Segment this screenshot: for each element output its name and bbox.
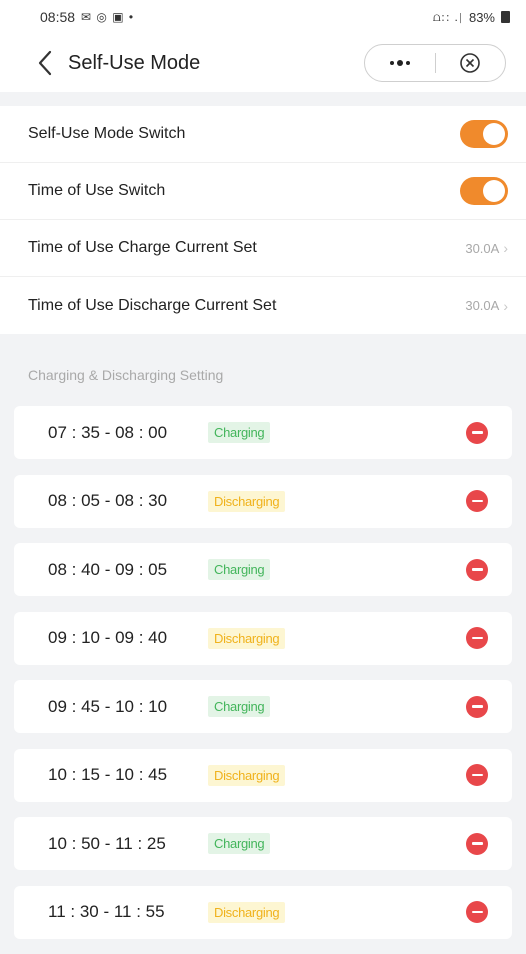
- remove-icon[interactable]: [466, 695, 488, 718]
- mode-badge: Discharging: [208, 764, 286, 786]
- remove-icon[interactable]: [466, 832, 488, 855]
- section-title: Charging & Discharging Setting: [28, 367, 224, 383]
- remove-icon[interactable]: [466, 558, 488, 581]
- schedule-time: 10 : 50 - 11 : 25: [48, 833, 166, 853]
- status-bar: 08:58 ✉ ◎ ▣ • ⩍∷ .∣ 83%: [0, 0, 526, 34]
- schedule-time: 07 : 35 - 08 : 00: [48, 422, 168, 442]
- setting-label: Time of Use Discharge Current Set: [28, 296, 277, 314]
- divider-strip: [0, 92, 526, 106]
- mode-badge: Charging: [208, 696, 271, 717]
- remove-icon[interactable]: [466, 764, 488, 786]
- toggle-knob: [483, 123, 505, 145]
- schedule-time: 08 : 05 - 08 : 30: [48, 491, 168, 510]
- schedule-item[interactable]: 07 : 35 - 08 : 00 Charging: [14, 406, 512, 459]
- status-time: 08:58: [40, 9, 76, 25]
- setting-value-text: 30.0A: [465, 298, 500, 313]
- settings-list: Self-Use Mode Switch Time of Use Switch …: [0, 106, 526, 334]
- more-dots-icon: [389, 60, 410, 66]
- charge-current-value: 30.0A ›: [465, 240, 508, 256]
- mode-badge: Discharging: [208, 627, 286, 649]
- setting-label: Time of Use Switch: [28, 182, 166, 199]
- schedule-item[interactable]: 08 : 05 - 08 : 30 Discharging: [14, 474, 512, 528]
- notification-icons: ✉ ◎ ▣ •: [81, 10, 135, 24]
- schedule-item[interactable]: 10 : 15 - 10 : 45 Discharging: [14, 748, 512, 802]
- more-button[interactable]: [365, 45, 435, 81]
- setting-row-time-of-use-switch: Time of Use Switch: [0, 163, 526, 220]
- mini-program-capsule: [364, 44, 506, 82]
- battery-percent: 83%: [468, 9, 495, 25]
- remove-icon[interactable]: [466, 901, 488, 923]
- mode-badge: Charging: [208, 559, 271, 580]
- status-right: ⩍∷ .∣ 83%: [433, 10, 510, 25]
- mode-badge: Discharging: [208, 490, 286, 512]
- top-area: 08:58 ✉ ◎ ▣ • ⩍∷ .∣ 83% Self-Use Mode: [0, 0, 526, 92]
- setting-value-text: 30.0A: [465, 240, 500, 256]
- status-left: 08:58 ✉ ◎ ▣ •: [40, 9, 134, 25]
- toggle-knob: [483, 180, 505, 202]
- setting-label: Self-Use Mode Switch: [28, 125, 186, 142]
- remove-icon[interactable]: [466, 421, 488, 444]
- remove-icon[interactable]: [466, 490, 488, 512]
- page-title: Self-Use Mode: [68, 51, 201, 74]
- signal-icon: ⩍∷ .∣: [432, 9, 463, 24]
- setting-row-charge-current[interactable]: Time of Use Charge Current Set 30.0A ›: [0, 220, 526, 277]
- circle-close-icon: [460, 53, 481, 73]
- schedule-item[interactable]: 09 : 10 - 09 : 40 Discharging: [14, 611, 512, 665]
- nav-bar: Self-Use Mode: [0, 34, 526, 92]
- discharge-current-value: 30.0A ›: [465, 298, 508, 314]
- schedule-time: 09 : 10 - 09 : 40: [48, 628, 168, 647]
- schedule-item[interactable]: 10 : 50 - 11 : 25 Charging: [14, 817, 512, 870]
- setting-row-discharge-current[interactable]: Time of Use Discharge Current Set 30.0A …: [0, 277, 526, 334]
- setting-row-self-use-mode-switch: Self-Use Mode Switch: [0, 106, 526, 163]
- self-use-mode-toggle[interactable]: [460, 120, 508, 148]
- schedule-item[interactable]: 08 : 40 - 09 : 05 Charging: [14, 543, 512, 596]
- schedule-time: 09 : 45 - 10 : 10: [48, 696, 168, 716]
- schedule-time: 10 : 15 - 10 : 45: [48, 765, 168, 784]
- setting-label: Time of Use Charge Current Set: [28, 239, 257, 256]
- schedule-time: 08 : 40 - 09 : 05: [48, 559, 168, 579]
- time-of-use-toggle[interactable]: [460, 177, 508, 205]
- mode-badge: Charging: [208, 833, 271, 854]
- close-button[interactable]: [436, 45, 506, 81]
- chevron-right-icon: ›: [503, 297, 508, 314]
- schedule-list: 07 : 35 - 08 : 00 Charging 08 : 05 - 08 …: [0, 406, 526, 939]
- chevron-left-icon[interactable]: [32, 50, 58, 76]
- mode-badge: Discharging: [208, 901, 286, 923]
- battery-icon: [501, 11, 510, 23]
- schedule-time: 11 : 30 - 11 : 55: [48, 902, 165, 921]
- schedule-item[interactable]: 09 : 45 - 10 : 10 Charging: [14, 680, 512, 733]
- mode-badge: Charging: [208, 422, 271, 443]
- remove-icon[interactable]: [466, 627, 488, 649]
- chevron-right-icon: ›: [503, 240, 508, 256]
- schedule-item[interactable]: 11 : 30 - 11 : 55 Discharging: [14, 885, 512, 939]
